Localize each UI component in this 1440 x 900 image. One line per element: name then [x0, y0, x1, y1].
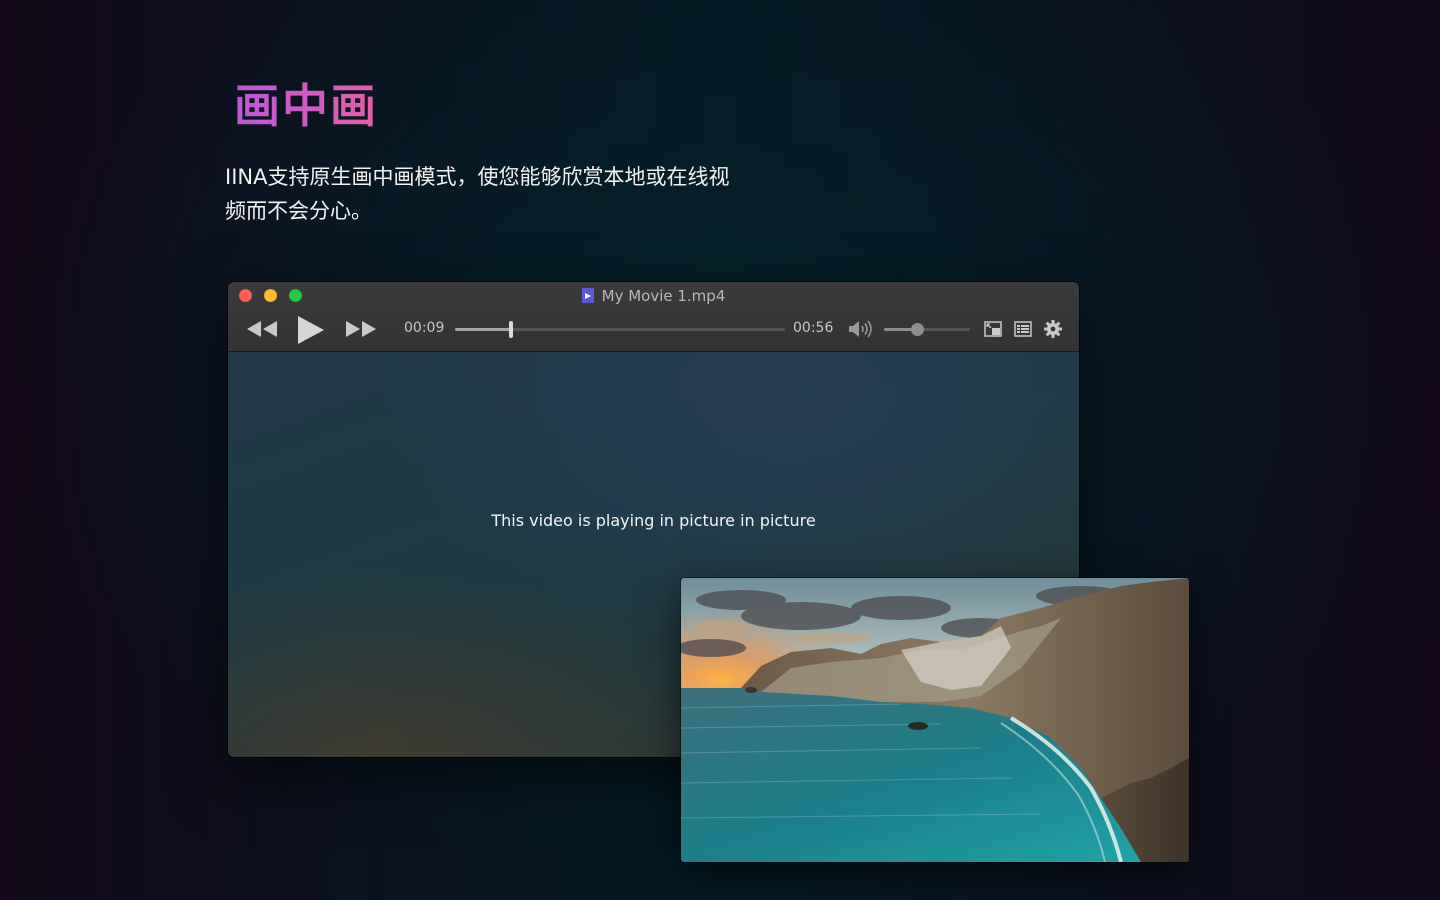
seek-progress — [455, 328, 512, 331]
window-title-text: My Movie 1.mp4 — [601, 287, 726, 305]
coastal-cliff-image — [681, 578, 1189, 862]
title-bar[interactable]: My Movie 1.mp4 00:09 00:56 — [228, 282, 1079, 352]
picture-in-picture-icon[interactable] — [984, 321, 1002, 337]
duration-time: 00:56 — [793, 320, 834, 336]
page-heading: 画中画 — [234, 79, 378, 133]
pip-message: This video is playing in picture in pict… — [491, 511, 816, 530]
pip-window[interactable] — [681, 578, 1189, 862]
current-time: 00:09 — [404, 320, 445, 336]
page-description: IINA支持原生画中画模式，使您能够欣赏本地或在线视频而不会分心。 — [225, 165, 730, 223]
gear-icon[interactable] — [1044, 320, 1062, 338]
volume-handle[interactable] — [910, 323, 924, 336]
video-file-icon — [581, 288, 594, 303]
window-title: My Movie 1.mp4 — [228, 286, 1079, 306]
seek-slider[interactable] — [455, 321, 785, 338]
playlist-icon[interactable] — [1014, 321, 1032, 337]
fast-forward-icon[interactable] — [345, 321, 377, 337]
rewind-icon[interactable] — [246, 321, 278, 337]
control-bar: 00:09 00:56 — [228, 314, 1079, 344]
volume-icon[interactable] — [848, 319, 874, 339]
play-icon[interactable] — [296, 315, 326, 345]
volume-slider[interactable] — [884, 323, 970, 336]
seek-handle[interactable] — [509, 321, 514, 338]
